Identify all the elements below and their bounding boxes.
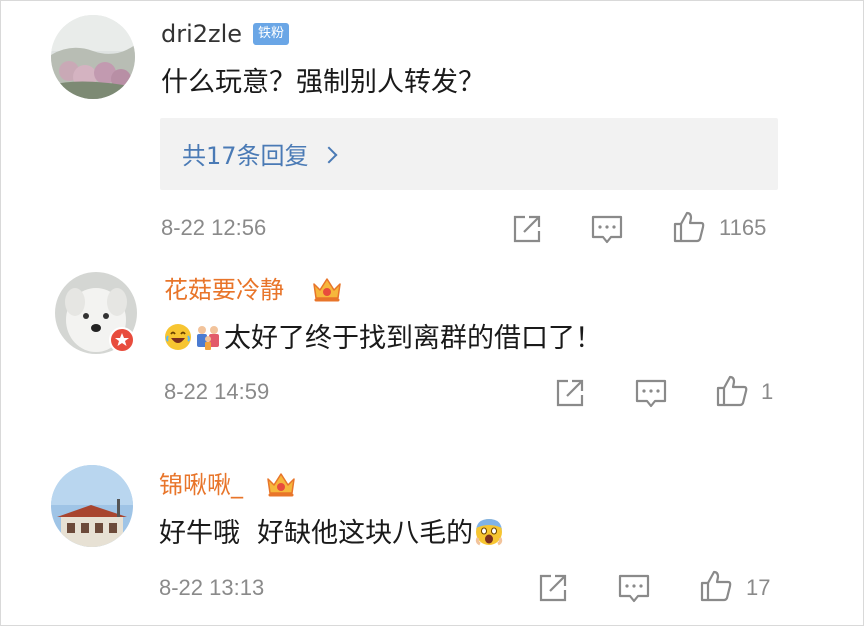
like-count: 1 [761, 379, 774, 404]
like-icon[interactable] [714, 373, 750, 409]
comment-text: 太好了终于找到离群的借口了！ [224, 323, 602, 354]
chevron-right-icon [320, 146, 338, 164]
comment-item: dri2zle 铁粉 什么玩意？强制别人转发？ 共17条回复 8-22 12:5… [1, 1, 863, 271]
username[interactable]: 锦啾啾_ [159, 470, 243, 500]
replies-box[interactable]: 共17条回复 [160, 118, 778, 190]
laughing-emoji-icon [165, 324, 191, 350]
comment-time: 8-22 12:56 [161, 215, 267, 240]
comment-text: 什么玩意？强制别人转发？ [161, 67, 485, 98]
scared-emoji-icon [476, 519, 503, 546]
repost-icon[interactable] [552, 375, 588, 411]
comment-item: 花菇要冷静 太好了终于找到离群的借口了！ 8-22 14:59 1 [1, 261, 863, 451]
verified-star-badge-icon [109, 327, 135, 353]
like-count: 1165 [719, 215, 767, 240]
like-count: 17 [746, 575, 771, 600]
comment-text-row: 好牛哦 好缺他这块八毛的 [159, 516, 505, 552]
family-emoji-icon [197, 326, 219, 350]
comment-list: dri2zle 铁粉 什么玩意？强制别人转发？ 共17条回复 8-22 12:5… [0, 0, 864, 626]
comment-time: 8-22 13:13 [159, 575, 265, 600]
comment-icon[interactable] [616, 570, 652, 606]
username[interactable]: 花菇要冷静 [164, 275, 284, 305]
like-icon[interactable] [698, 568, 734, 604]
comment-text-row: 太好了终于找到离群的借口了！ [164, 321, 602, 357]
comment-item: 锦啾啾_ 好牛哦 好缺他这块八毛的 8-22 13:13 17 [1, 456, 863, 626]
fan-badge: 铁粉 [253, 23, 290, 45]
repost-icon[interactable] [509, 211, 545, 247]
like-icon[interactable] [671, 209, 707, 245]
building-avatar-icon [51, 465, 133, 547]
username[interactable]: dri2zle [161, 19, 242, 49]
vip-crown-icon [313, 278, 341, 302]
comment-icon[interactable] [633, 375, 669, 411]
replies-label: 共17条回复 [182, 142, 309, 170]
comment-time: 8-22 14:59 [164, 379, 270, 404]
comment-icon[interactable] [589, 211, 625, 247]
vip-crown-icon [267, 473, 295, 497]
view-replies-link[interactable]: 共17条回复 [182, 140, 338, 172]
comment-text: 好牛哦 好缺他这块八毛的 [159, 518, 474, 549]
avatar[interactable] [51, 465, 133, 547]
landscape-avatar-icon [51, 15, 135, 99]
repost-icon[interactable] [535, 570, 571, 606]
avatar[interactable] [51, 15, 135, 99]
